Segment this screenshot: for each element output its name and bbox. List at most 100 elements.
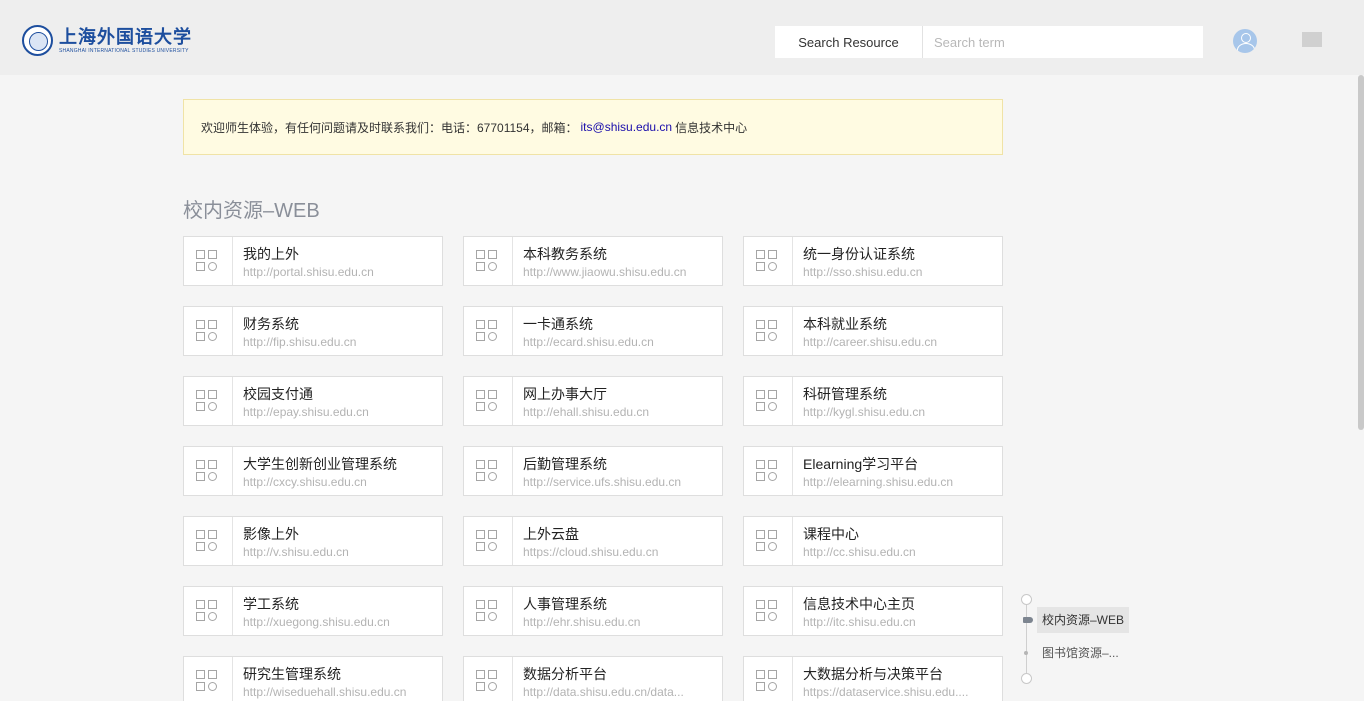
resource-card-body: 本科教务系统 http://www.jiaowu.shisu.edu.cn: [513, 237, 722, 285]
resource-card[interactable]: 一卡通系统 http://ecard.shisu.edu.cn: [463, 306, 723, 356]
resource-grid: 我的上外 http://portal.shisu.edu.cn 本科教务系统 http…: [183, 236, 1013, 701]
resource-card[interactable]: Elearning学习平台 http://elearning.shisu.edu.…: [743, 446, 1003, 496]
resource-card[interactable]: 研究生管理系统 http://wiseduehall.shisu.edu.cn: [183, 656, 443, 701]
search-bar: Search Resource: [775, 26, 1203, 58]
resource-card[interactable]: 影像上外 http://v.shisu.edu.cn: [183, 516, 443, 566]
resource-card[interactable]: 大学生创新创业管理系统 http://cxcy.shisu.edu.cn: [183, 446, 443, 496]
apps-grid-icon: [744, 447, 793, 495]
resource-card-url: http://itc.shisu.edu.cn: [803, 615, 916, 629]
resource-card-title: 一卡通系统: [523, 316, 593, 332]
resource-card-title: 财务系统: [243, 316, 299, 332]
resource-card-title: 研究生管理系统: [243, 666, 341, 682]
resource-card-body: 研究生管理系统 http://wiseduehall.shisu.edu.cn: [233, 657, 442, 701]
section-nav-top-circle: [1021, 594, 1032, 605]
resource-card-url: http://portal.shisu.edu.cn: [243, 265, 374, 279]
resource-card[interactable]: 本科就业系统 http://career.shisu.edu.cn: [743, 306, 1003, 356]
resource-card-url: https://cloud.shisu.edu.cn: [523, 545, 659, 559]
section-nav: 校内资源–WEB 图书馆资源–...: [1021, 594, 1141, 689]
apps-grid-icon: [184, 377, 233, 425]
resource-card[interactable]: 网上办事大厅 http://ehall.shisu.edu.cn: [463, 376, 723, 426]
apps-grid-icon: [464, 447, 513, 495]
resource-card-title: 我的上外: [243, 246, 299, 262]
notice-email-link[interactable]: its@shisu.edu.cn: [581, 120, 673, 134]
resource-card[interactable]: 后勤管理系统 http://service.ufs.shisu.edu.cn: [463, 446, 723, 496]
resource-card-url: http://career.shisu.edu.cn: [803, 335, 938, 349]
section-nav-bottom-circle: [1021, 673, 1032, 684]
resource-card[interactable]: 统一身份认证系统 http://sso.shisu.edu.cn: [743, 236, 1003, 286]
apps-grid-icon: [184, 237, 233, 285]
resource-card-body: 财务系统 http://fip.shisu.edu.cn: [233, 307, 442, 355]
resource-card-url: http://epay.shisu.edu.cn: [243, 405, 369, 419]
resource-card-title: 后勤管理系统: [523, 456, 607, 472]
resource-card[interactable]: 科研管理系统 http://kygl.shisu.edu.cn: [743, 376, 1003, 426]
resource-card-body: 后勤管理系统 http://service.ufs.shisu.edu.cn: [513, 447, 722, 495]
header: 上海外国语大学 SHANGHAI INTERNATIONAL STUDIES U…: [0, 0, 1364, 75]
notice-text: 欢迎师生体验，有任何问题请及时联系我们：电话：67701154，邮箱：: [201, 120, 578, 135]
university-emblem-icon: [22, 25, 53, 56]
resource-card[interactable]: 财务系统 http://fip.shisu.edu.cn: [183, 306, 443, 356]
resource-card-title: 学工系统: [243, 596, 299, 612]
resource-card-url: http://service.ufs.shisu.edu.cn: [523, 475, 682, 489]
apps-grid-icon: [464, 307, 513, 355]
resource-card-url: http://ehall.shisu.edu.cn: [523, 405, 650, 419]
resource-card-body: 上外云盘 https://cloud.shisu.edu.cn: [513, 517, 722, 565]
resource-card-title: 人事管理系统: [523, 596, 607, 612]
apps-grid-icon: [184, 307, 233, 355]
notice-department: 信息技术中心: [675, 120, 748, 135]
resource-card-url: http://ecard.shisu.edu.cn: [523, 335, 654, 349]
apps-grid-icon: [184, 587, 233, 635]
resource-card-title: 本科就业系统: [803, 316, 887, 332]
apps-grid-icon: [464, 517, 513, 565]
resource-card[interactable]: 信息技术中心主页 http://itc.shisu.edu.cn: [743, 586, 1003, 636]
user-avatar-icon[interactable]: [1233, 29, 1257, 53]
resource-card[interactable]: 上外云盘 https://cloud.shisu.edu.cn: [463, 516, 723, 566]
resource-card-body: 人事管理系统 http://ehr.shisu.edu.cn: [513, 587, 722, 635]
resource-card-body: 本科就业系统 http://career.shisu.edu.cn: [793, 307, 1002, 355]
logo-english-name: SHANGHAI INTERNATIONAL STUDIES UNIVERSIT…: [59, 47, 189, 54]
section-nav-item-web[interactable]: 校内资源–WEB: [1037, 607, 1130, 633]
resource-card-url: http://sso.shisu.edu.cn: [803, 265, 923, 279]
resource-card-url: http://elearning.shisu.edu.cn: [803, 475, 954, 489]
resource-card-url: http://xuegong.shisu.edu.cn: [243, 615, 390, 629]
resource-card-title: 本科教务系统: [523, 246, 607, 262]
apps-grid-icon: [184, 517, 233, 565]
resource-card[interactable]: 校园支付通 http://epay.shisu.edu.cn: [183, 376, 443, 426]
resource-card-url: http://cc.shisu.edu.cn: [803, 545, 916, 559]
resource-card-body: 科研管理系统 http://kygl.shisu.edu.cn: [793, 377, 1002, 425]
resource-card[interactable]: 大数据分析与决策平台 https://dataservice.shisu.edu.…: [743, 656, 1003, 701]
resource-card-body: 大学生创新创业管理系统 http://cxcy.shisu.edu.cn: [233, 447, 442, 495]
resource-card[interactable]: 我的上外 http://portal.shisu.edu.cn: [183, 236, 443, 286]
search-resource-button[interactable]: Search Resource: [775, 26, 923, 58]
resource-card-title: 大数据分析与决策平台: [803, 666, 943, 682]
resource-card-url: https://dataservice.shisu.edu....: [803, 685, 969, 699]
resource-card-title: 上外云盘: [523, 526, 579, 542]
resource-card-url: http://ehr.shisu.edu.cn: [523, 615, 641, 629]
resource-card[interactable]: 人事管理系统 http://ehr.shisu.edu.cn: [463, 586, 723, 636]
section-nav-item-library[interactable]: 图书馆资源–...: [1037, 640, 1124, 666]
apps-grid-icon: [744, 237, 793, 285]
page-scrollbar[interactable]: [1358, 75, 1364, 430]
section-title: 校内资源–WEB: [183, 200, 320, 222]
resource-card[interactable]: 学工系统 http://xuegong.shisu.edu.cn: [183, 586, 443, 636]
resource-card-url: http://fip.shisu.edu.cn: [243, 335, 357, 349]
university-logo[interactable]: 上海外国语大学 SHANGHAI INTERNATIONAL STUDIES U…: [22, 25, 192, 56]
resource-card[interactable]: 数据分析平台 http://data.shisu.edu.cn/data...: [463, 656, 723, 701]
resource-card-title: 统一身份认证系统: [803, 246, 915, 262]
resource-card-body: 统一身份认证系统 http://sso.shisu.edu.cn: [793, 237, 1002, 285]
resource-card-title: 信息技术中心主页: [803, 596, 915, 612]
menu-icon[interactable]: [1302, 32, 1322, 47]
apps-grid-icon: [744, 587, 793, 635]
resource-card-body: 网上办事大厅 http://ehall.shisu.edu.cn: [513, 377, 722, 425]
active-marker-icon: [1023, 617, 1033, 623]
resource-card-body: 学工系统 http://xuegong.shisu.edu.cn: [233, 587, 442, 635]
apps-grid-icon: [184, 447, 233, 495]
search-input[interactable]: [923, 26, 1203, 58]
resource-card-body: 校园支付通 http://epay.shisu.edu.cn: [233, 377, 442, 425]
resource-card-body: 大数据分析与决策平台 https://dataservice.shisu.edu.…: [793, 657, 1002, 701]
resource-card[interactable]: 本科教务系统 http://www.jiaowu.shisu.edu.cn: [463, 236, 723, 286]
welcome-notice: 欢迎师生体验，有任何问题请及时联系我们：电话：67701154，邮箱： its@…: [183, 99, 1003, 155]
resource-card-body: Elearning学习平台 http://elearning.shisu.edu.…: [793, 447, 1002, 495]
resource-card[interactable]: 课程中心 http://cc.shisu.edu.cn: [743, 516, 1003, 566]
apps-grid-icon: [464, 377, 513, 425]
logo-chinese-name: 上海外国语大学: [59, 26, 192, 48]
